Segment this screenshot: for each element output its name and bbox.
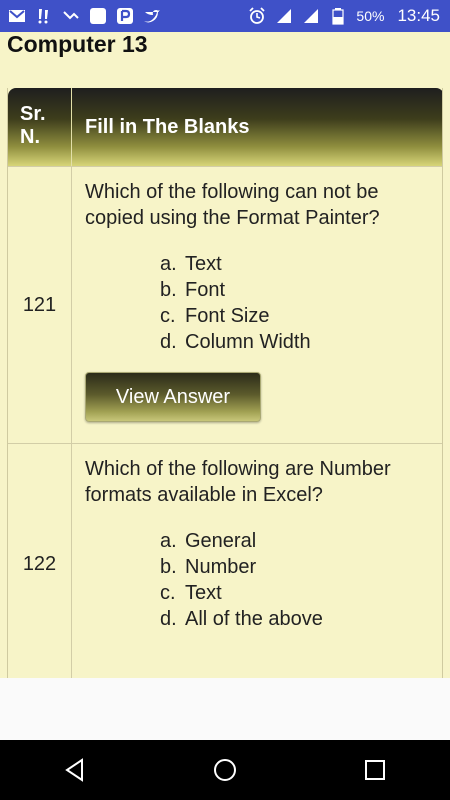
alarm-icon <box>248 7 266 25</box>
option-letter: c. <box>160 582 176 604</box>
option-item: d. All of the above <box>160 606 434 632</box>
page-title: Computer 13 <box>7 31 148 57</box>
row-number: 121 <box>8 167 72 443</box>
option-item: c. Text <box>160 580 434 606</box>
missed-call-icon <box>62 7 80 25</box>
option-letter: a. <box>160 530 177 552</box>
question-text: Which of the following are Number format… <box>85 458 391 506</box>
battery-icon <box>329 7 347 25</box>
signal-icon <box>275 7 293 25</box>
option-item: d. Column Width <box>160 329 434 355</box>
table-row: 122 Which of the following are Number fo… <box>8 444 442 678</box>
header-title: Fill in The Blanks <box>85 115 250 138</box>
notification-icon <box>35 7 53 25</box>
battery-percent: 50% <box>356 8 385 24</box>
option-item: b. Number <box>160 554 434 580</box>
home-button[interactable] <box>205 750 245 790</box>
options-list: a. General b. Number c. Text d. All of the a… <box>85 528 434 632</box>
status-right-icons: 50% 13:45 <box>248 6 440 26</box>
header-sr-no: Sr. N. <box>8 88 72 166</box>
option-text: Number <box>185 556 257 578</box>
blank-area <box>0 678 450 740</box>
option-letter: d. <box>160 608 177 630</box>
option-letter: b. <box>160 556 177 578</box>
option-text: Column Width <box>185 331 311 353</box>
option-text: Font <box>185 279 226 301</box>
status-bar: 50% 13:45 <box>0 0 450 32</box>
option-item: a. General <box>160 528 434 554</box>
option-letter: b. <box>160 279 177 301</box>
home-icon <box>214 759 236 781</box>
back-button[interactable] <box>55 750 95 790</box>
option-letter: d. <box>160 331 177 353</box>
status-left-icons <box>8 7 161 25</box>
view-answer-button[interactable]: View Answer <box>85 372 261 422</box>
table-row: 121 Which of the following can not be co… <box>8 166 442 444</box>
question-cell: Which of the following are Number format… <box>72 444 442 678</box>
recents-icon <box>365 760 385 780</box>
option-letter: a. <box>160 253 177 275</box>
twitter-icon <box>143 7 161 25</box>
option-letter: c. <box>160 305 176 327</box>
question-cell: Which of the following can not be copied… <box>72 167 442 443</box>
option-text: Text <box>185 582 222 604</box>
option-item: c. Font Size <box>160 303 434 329</box>
option-text: All of the above <box>185 608 323 630</box>
gmail-icon <box>8 7 26 25</box>
app-icon <box>89 7 107 25</box>
questions-table: Sr. N. Fill in The Blanks 121 Which of t… <box>7 88 443 678</box>
clock: 13:45 <box>397 6 440 25</box>
question-text: Which of the following can not be copied… <box>85 181 380 229</box>
recents-button[interactable] <box>355 750 395 790</box>
signal-icon <box>302 7 320 25</box>
table-header: Sr. N. Fill in The Blanks <box>8 88 442 166</box>
row-number: 122 <box>8 444 72 678</box>
options-list: a. Text b. Font c. Font Size d. Column Width <box>85 251 434 355</box>
option-text: Font Size <box>185 305 270 327</box>
p-app-icon <box>116 7 134 25</box>
navigation-bar <box>0 740 450 800</box>
option-text: General <box>185 530 257 552</box>
option-item: a. Text <box>160 251 434 277</box>
back-icon <box>65 758 83 782</box>
option-text: Text <box>185 253 222 275</box>
option-item: b. Font <box>160 277 434 303</box>
